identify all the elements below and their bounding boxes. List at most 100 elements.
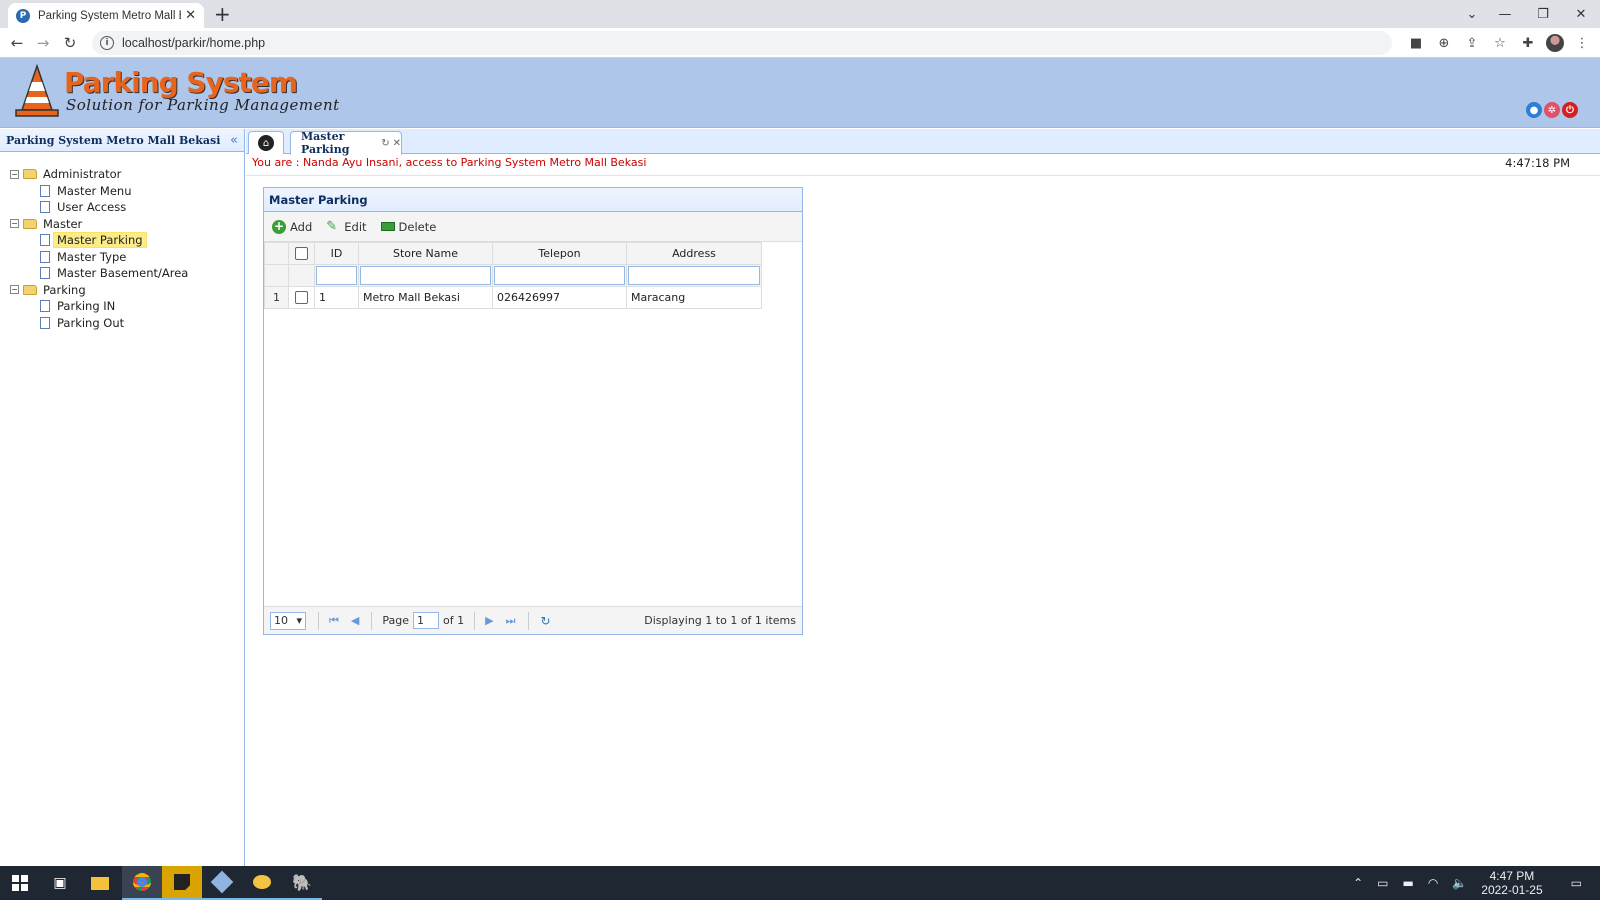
row-checkbox[interactable] <box>295 291 308 305</box>
restore-button[interactable]: ❐ <box>1524 0 1562 28</box>
show-hidden-icons-icon[interactable]: ⌃ <box>1353 876 1363 890</box>
tab-home[interactable]: ⌂ <box>248 131 284 154</box>
tree-label[interactable]: Master Parking <box>53 232 147 249</box>
meet-now-icon[interactable]: ▭ <box>1377 876 1388 890</box>
zoom-icon[interactable]: ⊕ <box>1434 32 1454 54</box>
close-tab-icon[interactable]: ✕ <box>185 8 196 23</box>
share-icon[interactable]: ⇪ <box>1462 32 1482 54</box>
tree-node-parking[interactable]: − Parking <box>10 282 244 299</box>
browser-menu-icon[interactable]: ⋮ <box>1572 32 1592 54</box>
tree-node-administrator[interactable]: − Administrator <box>10 166 244 183</box>
tree-item-master-basement-area[interactable]: Master Basement/Area <box>10 265 244 282</box>
next-page-button[interactable]: ▶ <box>485 614 493 627</box>
start-button[interactable] <box>0 866 40 900</box>
page-size-select[interactable]: 10 ▾ <box>270 611 306 630</box>
task-view-icon[interactable]: ▣ <box>40 866 80 900</box>
filter-telepon-input[interactable] <box>494 266 625 285</box>
volume-icon[interactable]: 🔈 <box>1452 876 1467 890</box>
first-page-button[interactable]: ⏮ <box>329 614 339 628</box>
page-number-input[interactable]: 1 <box>413 612 440 629</box>
new-tab-button[interactable]: + <box>214 3 231 25</box>
xampp-icon[interactable] <box>242 866 282 900</box>
settings-icon[interactable]: ✲ <box>1544 102 1560 118</box>
tree-node-master[interactable]: − Master <box>10 216 244 233</box>
tree-label[interactable]: Administrator <box>39 167 125 181</box>
tab-refresh-icon[interactable]: ↻ <box>381 138 389 149</box>
filter-id-input[interactable] <box>316 266 357 285</box>
close-window-button[interactable]: ✕ <box>1562 0 1600 28</box>
tree-label[interactable]: Parking IN <box>53 299 119 313</box>
tree-label[interactable]: Master Menu <box>53 184 136 198</box>
column-header-id[interactable]: ID <box>314 242 359 265</box>
chrome-icon[interactable] <box>122 866 162 900</box>
tree-item-master-type[interactable]: Master Type <box>10 249 244 266</box>
delete-icon <box>380 222 395 231</box>
menu-tree: − Administrator Master Menu User Access … <box>0 152 244 331</box>
tree-item-user-access[interactable]: User Access <box>10 199 244 216</box>
select-all-checkbox[interactable] <box>295 247 308 261</box>
master-parking-panel: Master Parking + Add ✎ Edit Delete ID St… <box>263 187 803 635</box>
taskbar-clock[interactable]: 4:47 PM 2022-01-25 <box>1481 869 1556 897</box>
add-button[interactable]: + Add <box>272 219 312 234</box>
url-text[interactable]: localhost/parkir/home.php <box>122 36 265 50</box>
minimize-button[interactable]: — <box>1486 0 1524 28</box>
refresh-icon[interactable]: ↻ <box>541 614 551 628</box>
collapse-sidebar-icon[interactable]: « <box>230 133 238 148</box>
column-header-telepon[interactable]: Telepon <box>492 242 627 265</box>
cell-id[interactable]: 1 <box>314 286 359 309</box>
logout-icon[interactable]: ⏻ <box>1562 102 1578 118</box>
system-tray: ⌃ ▭ ▬ ◠ 🔈 4:47 PM 2022-01-25 ▭ <box>1353 866 1600 900</box>
browser-tab[interactable]: P Parking System Metro Mall Bekasi ✕ <box>8 3 204 28</box>
tree-label[interactable]: Parking <box>39 283 90 297</box>
tree-label[interactable]: Master Type <box>53 250 130 264</box>
row-select-cell[interactable] <box>288 286 315 309</box>
postgres-icon[interactable]: 🐘 <box>282 866 322 900</box>
tree-label[interactable]: Master <box>39 217 86 231</box>
tree-item-parking-out[interactable]: Parking Out <box>10 315 244 332</box>
tree-label[interactable]: Parking Out <box>53 316 128 330</box>
user-profile-icon[interactable]: ● <box>1526 102 1542 118</box>
camera-icon[interactable]: ■ <box>1406 32 1426 54</box>
select-all-cell[interactable] <box>288 242 315 265</box>
filter-address-input[interactable] <box>628 266 760 285</box>
address-bar[interactable]: i localhost/parkir/home.php <box>92 31 1392 55</box>
bookmark-star-icon[interactable]: ☆ <box>1490 32 1510 54</box>
virtualbox-icon[interactable] <box>202 866 242 900</box>
battery-icon[interactable]: ▬ <box>1402 876 1413 890</box>
cell-store-name[interactable]: Metro Mall Bekasi <box>358 286 493 309</box>
chevron-down-icon: ▾ <box>296 614 302 627</box>
tree-item-parking-in[interactable]: Parking IN <box>10 298 244 315</box>
tree-label[interactable]: Master Basement/Area <box>53 266 192 280</box>
collapse-node-icon[interactable]: − <box>10 219 19 229</box>
delete-button[interactable]: Delete <box>380 220 436 234</box>
data-grid: ID Store Name Telepon Address 1 1 Metro … <box>264 242 762 309</box>
reload-button[interactable]: ↻ <box>59 32 81 54</box>
cell-telepon[interactable]: 026426997 <box>492 286 627 309</box>
profile-avatar[interactable] <box>1546 34 1564 52</box>
collapse-node-icon[interactable]: − <box>10 169 19 179</box>
forward-button[interactable]: → <box>32 32 54 54</box>
table-row[interactable]: 1 1 Metro Mall Bekasi 026426997 Maracang <box>264 286 762 309</box>
tree-item-master-menu[interactable]: Master Menu <box>10 183 244 200</box>
wifi-icon[interactable]: ◠ <box>1428 876 1438 890</box>
site-info-icon[interactable]: i <box>100 36 114 50</box>
prev-page-button[interactable]: ◀ <box>351 614 359 627</box>
edit-button[interactable]: ✎ Edit <box>326 219 366 234</box>
extensions-icon[interactable]: ✚ <box>1518 32 1538 54</box>
cell-address[interactable]: Maracang <box>626 286 762 309</box>
sticky-notes-icon[interactable] <box>162 866 202 900</box>
last-page-button[interactable]: ⏭ <box>506 614 516 628</box>
tab-search-icon[interactable]: ⌄ <box>1458 0 1486 28</box>
file-explorer-icon[interactable] <box>80 866 120 900</box>
site-favicon-icon: P <box>16 8 30 23</box>
tab-master-parking[interactable]: Master Parking ↻ ✕ <box>290 130 402 156</box>
collapse-node-icon[interactable]: − <box>10 285 19 295</box>
column-header-store-name[interactable]: Store Name <box>358 242 493 265</box>
tree-label[interactable]: User Access <box>53 200 130 214</box>
notifications-icon[interactable]: ▭ <box>1571 876 1582 890</box>
column-header-address[interactable]: Address <box>626 242 762 265</box>
tab-close-icon[interactable]: ✕ <box>393 138 401 149</box>
tree-item-master-parking[interactable]: Master Parking <box>10 232 244 249</box>
filter-store-name-input[interactable] <box>360 266 491 285</box>
back-button[interactable]: ← <box>6 32 28 54</box>
